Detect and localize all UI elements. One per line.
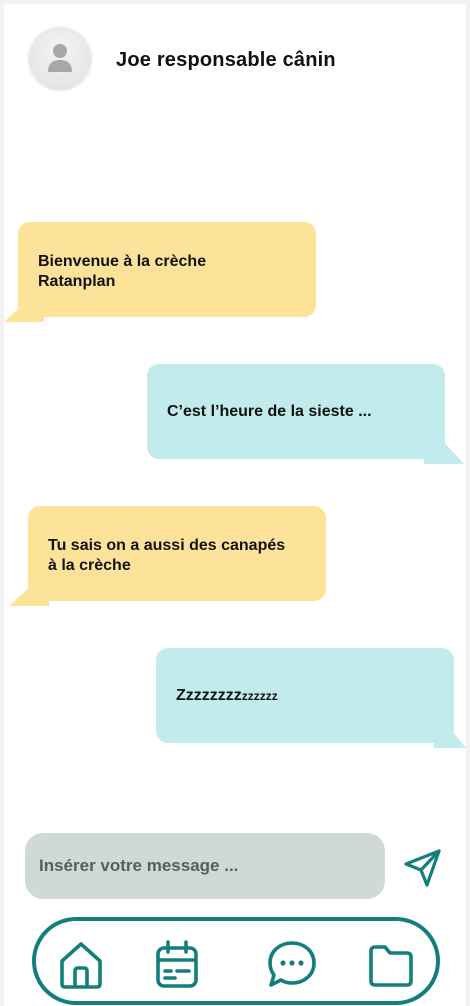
message-bubble-sent: C’est l’heure de la sieste ... [147,364,445,459]
message-bubble-sent: Zzzzzzzzzzzzzz [156,648,454,743]
message-input[interactable] [39,833,369,899]
chat-header: Joe responsable cânin [4,4,466,114]
home-icon[interactable] [57,939,105,989]
message-text: Bienvenue à la crèche Ratanplan [38,253,207,290]
message-bubble-received: Tu sais on a aussi des canapés à la crèc… [28,506,326,601]
chat-screen: Joe responsable cânin Bienvenue à la crè… [4,4,466,1006]
message-text: Tu sais on a aussi des canapés à la crèc… [48,537,286,574]
send-icon[interactable] [402,847,444,889]
message-bubble-received: Bienvenue à la crèche Ratanplan [18,222,316,317]
calendar-icon[interactable] [153,939,201,989]
message-text: C’est l’heure de la sieste ... [167,403,372,420]
chat-icon[interactable] [266,939,316,989]
message-text-small: zzzzzz [241,689,278,703]
contact-name: Joe responsable cânin [116,49,336,71]
bottom-nav [32,917,440,1005]
message-text: Zzzzzzzzzzzzzz [176,686,436,706]
folder-icon[interactable] [367,939,415,989]
message-text-large: Zzzzzzzz [176,687,242,704]
message-input-container [25,833,385,899]
user-avatar-icon[interactable] [29,27,91,89]
